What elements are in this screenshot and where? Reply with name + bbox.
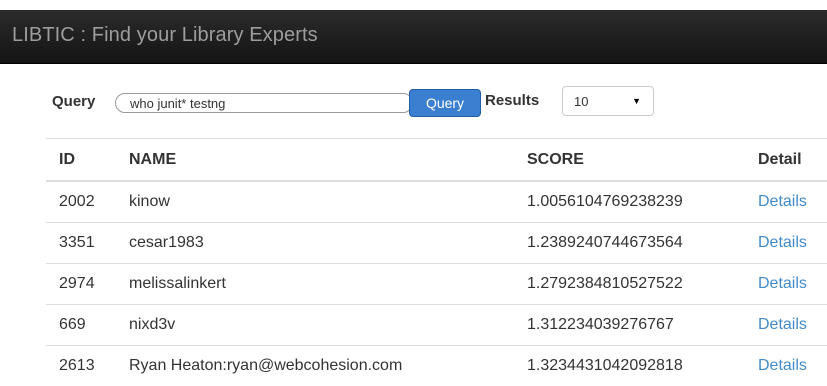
cell-detail: Details [745,181,827,223]
cell-detail: Details [745,346,827,386]
table-row: 3351 cesar1983 1.2389240744673564 Detail… [46,223,827,264]
details-link[interactable]: Details [758,234,807,251]
query-input[interactable] [115,93,413,113]
cell-detail: Details [745,223,827,264]
table-header-row: ID NAME SCORE Detail [46,139,827,182]
table-row: 669 nixd3v 1.312234039276767 Details [46,305,827,346]
header-score: SCORE [514,139,745,182]
navbar: LIBTIC : Find your Library Experts [0,10,827,64]
cell-name: kinow [116,181,514,223]
details-link[interactable]: Details [758,316,807,333]
results-select[interactable]: 10 ▼ [562,86,654,116]
header-id: ID [46,139,116,182]
cell-score: 1.2389240744673564 [514,223,745,264]
query-button[interactable]: Query [409,89,481,117]
details-link[interactable]: Details [758,193,807,210]
results-select-value: 10 [574,94,588,109]
cell-detail: Details [745,264,827,305]
query-label: Query [52,93,95,110]
cell-score: 1.0056104769238239 [514,181,745,223]
header-name: NAME [116,139,514,182]
cell-name: cesar1983 [116,223,514,264]
details-link[interactable]: Details [758,275,807,292]
cell-score: 1.3234431042092818 [514,346,745,386]
results-table: ID NAME SCORE Detail 2002 kinow 1.005610… [46,138,827,386]
results-label: Results [485,92,539,109]
cell-id: 2613 [46,346,116,386]
cell-score: 1.312234039276767 [514,305,745,346]
table-row: 2974 melissalinkert 1.2792384810527522 D… [46,264,827,305]
cell-id: 669 [46,305,116,346]
cell-id: 2002 [46,181,116,223]
details-link[interactable]: Details [758,357,807,374]
table-row: 2002 kinow 1.0056104769238239 Details [46,181,827,223]
table-row: 2613 Ryan Heaton:ryan@webcohesion.com 1.… [46,346,827,386]
cell-detail: Details [745,305,827,346]
cell-name: melissalinkert [116,264,514,305]
cell-id: 2974 [46,264,116,305]
caret-down-icon: ▼ [632,96,641,106]
search-form: Query Query Results 10 ▼ [0,86,827,118]
cell-id: 3351 [46,223,116,264]
header-detail: Detail [745,139,827,182]
cell-score: 1.2792384810527522 [514,264,745,305]
app-title[interactable]: LIBTIC : Find your Library Experts [12,24,318,47]
cell-name: nixd3v [116,305,514,346]
cell-name: Ryan Heaton:ryan@webcohesion.com [116,346,514,386]
